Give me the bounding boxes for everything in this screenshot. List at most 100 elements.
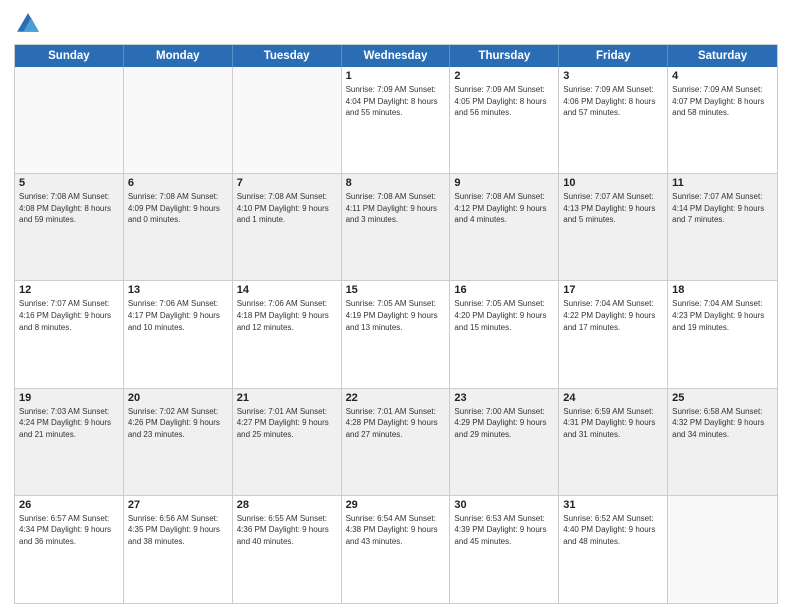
day-info: Sunrise: 7:09 AM Sunset: 4:06 PM Dayligh… — [563, 84, 663, 119]
week-row-5: 26 Sunrise: 6:57 AM Sunset: 4:34 PM Dayli… — [15, 496, 777, 603]
day-info: Sunrise: 7:09 AM Sunset: 4:04 PM Dayligh… — [346, 84, 446, 119]
weekday-header-friday: Friday — [559, 45, 668, 67]
day-number: 12 — [19, 284, 119, 296]
cal-cell-4-2: 20Sunrise: 7:02 AM Sunset: 4:26 PM Dayli… — [124, 389, 233, 495]
day-info: Sunrise: 7:06 AM Sunset: 4:17 PM Dayligh… — [128, 298, 228, 333]
day-number: 17 — [563, 284, 663, 296]
week-row-1: 1 Sunrise: 7:09 AM Sunset: 4:04 PM Daylig… — [15, 67, 777, 174]
cal-cell-4-4: 22 Sunrise: 7:01 AM Sunset: 4:28 PM Dayli… — [342, 389, 451, 495]
day-info: Sunrise: 7:05 AM Sunset: 4:19 PM Dayligh… — [346, 298, 446, 333]
day-info: Sunrise: 7:09 AM Sunset: 4:05 PM Dayligh… — [454, 84, 554, 119]
day-number: 28 — [237, 499, 337, 511]
day-number: 30 — [454, 499, 554, 511]
cal-cell-4-7: 25 Sunrise: 6:58 AM Sunset: 4:32 PM Dayli… — [668, 389, 777, 495]
day-number: 7 — [237, 177, 337, 189]
cal-cell-5-7 — [668, 496, 777, 603]
page: SundayMondayTuesdayWednesdayThursdayFrid… — [0, 0, 792, 612]
day-info: Sunrise: 6:52 AM Sunset: 4:40 PM Dayligh… — [563, 513, 663, 548]
weekday-header-monday: Monday — [124, 45, 233, 67]
cal-cell-1-3 — [233, 67, 342, 173]
day-number: 10 — [563, 177, 663, 189]
day-number: 24 — [563, 392, 663, 404]
day-info: Sunrise: 7:09 AM Sunset: 4:07 PM Dayligh… — [672, 84, 773, 119]
day-info: Sunrise: 7:05 AM Sunset: 4:20 PM Dayligh… — [454, 298, 554, 333]
day-info: Sunrise: 6:55 AM Sunset: 4:36 PM Dayligh… — [237, 513, 337, 548]
cal-cell-4-6: 24 Sunrise: 6:59 AM Sunset: 4:31 PM Dayli… — [559, 389, 668, 495]
day-number: 3 — [563, 70, 663, 82]
day-number: 9 — [454, 177, 554, 189]
day-info: Sunrise: 6:56 AM Sunset: 4:35 PM Dayligh… — [128, 513, 228, 548]
cal-cell-1-4: 1 Sunrise: 7:09 AM Sunset: 4:04 PM Daylig… — [342, 67, 451, 173]
weekday-header-tuesday: Tuesday — [233, 45, 342, 67]
day-number: 27 — [128, 499, 228, 511]
day-info: Sunrise: 6:57 AM Sunset: 4:34 PM Dayligh… — [19, 513, 119, 548]
day-info: Sunrise: 7:08 AM Sunset: 4:08 PM Dayligh… — [19, 191, 119, 226]
cal-cell-1-2 — [124, 67, 233, 173]
cal-cell-3-2: 13Sunrise: 7:06 AM Sunset: 4:17 PM Dayli… — [124, 281, 233, 387]
day-number: 25 — [672, 392, 773, 404]
week-row-4: 19 Sunrise: 7:03 AM Sunset: 4:24 PM Dayli… — [15, 389, 777, 496]
cal-cell-2-5: 9 Sunrise: 7:08 AM Sunset: 4:12 PM Daylig… — [450, 174, 559, 280]
calendar: SundayMondayTuesdayWednesdayThursdayFrid… — [14, 44, 778, 604]
day-number: 26 — [19, 499, 119, 511]
day-number: 23 — [454, 392, 554, 404]
cal-cell-2-7: 11Sunrise: 7:07 AM Sunset: 4:14 PM Dayli… — [668, 174, 777, 280]
cal-cell-5-3: 28 Sunrise: 6:55 AM Sunset: 4:36 PM Dayli… — [233, 496, 342, 603]
cal-cell-3-4: 15 Sunrise: 7:05 AM Sunset: 4:19 PM Dayli… — [342, 281, 451, 387]
weekday-header-sunday: Sunday — [15, 45, 124, 67]
day-info: Sunrise: 7:01 AM Sunset: 4:27 PM Dayligh… — [237, 406, 337, 441]
cal-cell-1-5: 2 Sunrise: 7:09 AM Sunset: 4:05 PM Daylig… — [450, 67, 559, 173]
day-number: 20 — [128, 392, 228, 404]
logo — [14, 10, 46, 38]
day-info: Sunrise: 7:08 AM Sunset: 4:12 PM Dayligh… — [454, 191, 554, 226]
cal-cell-5-5: 30 Sunrise: 6:53 AM Sunset: 4:39 PM Dayli… — [450, 496, 559, 603]
week-row-2: 5 Sunrise: 7:08 AM Sunset: 4:08 PM Daylig… — [15, 174, 777, 281]
cal-cell-1-7: 4 Sunrise: 7:09 AM Sunset: 4:07 PM Daylig… — [668, 67, 777, 173]
day-info: Sunrise: 7:04 AM Sunset: 4:23 PM Dayligh… — [672, 298, 773, 333]
day-info: Sunrise: 7:08 AM Sunset: 4:09 PM Dayligh… — [128, 191, 228, 226]
day-number: 14 — [237, 284, 337, 296]
day-number: 16 — [454, 284, 554, 296]
cal-cell-3-7: 18 Sunrise: 7:04 AM Sunset: 4:23 PM Dayli… — [668, 281, 777, 387]
cal-cell-3-1: 12 Sunrise: 7:07 AM Sunset: 4:16 PM Dayli… — [15, 281, 124, 387]
day-info: Sunrise: 7:00 AM Sunset: 4:29 PM Dayligh… — [454, 406, 554, 441]
day-number: 22 — [346, 392, 446, 404]
day-info: Sunrise: 7:07 AM Sunset: 4:16 PM Dayligh… — [19, 298, 119, 333]
cal-cell-3-3: 14Sunrise: 7:06 AM Sunset: 4:18 PM Dayli… — [233, 281, 342, 387]
cal-cell-2-3: 7 Sunrise: 7:08 AM Sunset: 4:10 PM Daylig… — [233, 174, 342, 280]
day-info: Sunrise: 6:58 AM Sunset: 4:32 PM Dayligh… — [672, 406, 773, 441]
cal-cell-2-1: 5 Sunrise: 7:08 AM Sunset: 4:08 PM Daylig… — [15, 174, 124, 280]
cal-cell-3-6: 17Sunrise: 7:04 AM Sunset: 4:22 PM Dayli… — [559, 281, 668, 387]
cal-cell-1-1 — [15, 67, 124, 173]
day-number: 8 — [346, 177, 446, 189]
cal-cell-1-6: 3 Sunrise: 7:09 AM Sunset: 4:06 PM Daylig… — [559, 67, 668, 173]
day-number: 15 — [346, 284, 446, 296]
calendar-body: 1 Sunrise: 7:09 AM Sunset: 4:04 PM Daylig… — [15, 67, 777, 603]
day-info: Sunrise: 7:07 AM Sunset: 4:14 PM Dayligh… — [672, 191, 773, 226]
day-number: 4 — [672, 70, 773, 82]
cal-cell-4-3: 21 Sunrise: 7:01 AM Sunset: 4:27 PM Dayli… — [233, 389, 342, 495]
weekday-header-saturday: Saturday — [668, 45, 777, 67]
day-info: Sunrise: 7:03 AM Sunset: 4:24 PM Dayligh… — [19, 406, 119, 441]
week-row-3: 12 Sunrise: 7:07 AM Sunset: 4:16 PM Dayli… — [15, 281, 777, 388]
logo-icon — [14, 10, 42, 38]
calendar-header: SundayMondayTuesdayWednesdayThursdayFrid… — [15, 45, 777, 67]
day-info: Sunrise: 7:01 AM Sunset: 4:28 PM Dayligh… — [346, 406, 446, 441]
day-number: 18 — [672, 284, 773, 296]
day-info: Sunrise: 6:59 AM Sunset: 4:31 PM Dayligh… — [563, 406, 663, 441]
header — [14, 10, 778, 38]
cal-cell-2-2: 6 Sunrise: 7:08 AM Sunset: 4:09 PM Daylig… — [124, 174, 233, 280]
day-number: 1 — [346, 70, 446, 82]
cal-cell-5-2: 27 Sunrise: 6:56 AM Sunset: 4:35 PM Dayli… — [124, 496, 233, 603]
day-info: Sunrise: 7:08 AM Sunset: 4:10 PM Dayligh… — [237, 191, 337, 226]
cal-cell-4-1: 19 Sunrise: 7:03 AM Sunset: 4:24 PM Dayli… — [15, 389, 124, 495]
day-number: 2 — [454, 70, 554, 82]
day-number: 21 — [237, 392, 337, 404]
day-info: Sunrise: 6:53 AM Sunset: 4:39 PM Dayligh… — [454, 513, 554, 548]
cal-cell-2-4: 8Sunrise: 7:08 AM Sunset: 4:11 PM Daylig… — [342, 174, 451, 280]
cal-cell-5-6: 31Sunrise: 6:52 AM Sunset: 4:40 PM Dayli… — [559, 496, 668, 603]
day-info: Sunrise: 6:54 AM Sunset: 4:38 PM Dayligh… — [346, 513, 446, 548]
day-number: 5 — [19, 177, 119, 189]
day-number: 19 — [19, 392, 119, 404]
day-number: 6 — [128, 177, 228, 189]
